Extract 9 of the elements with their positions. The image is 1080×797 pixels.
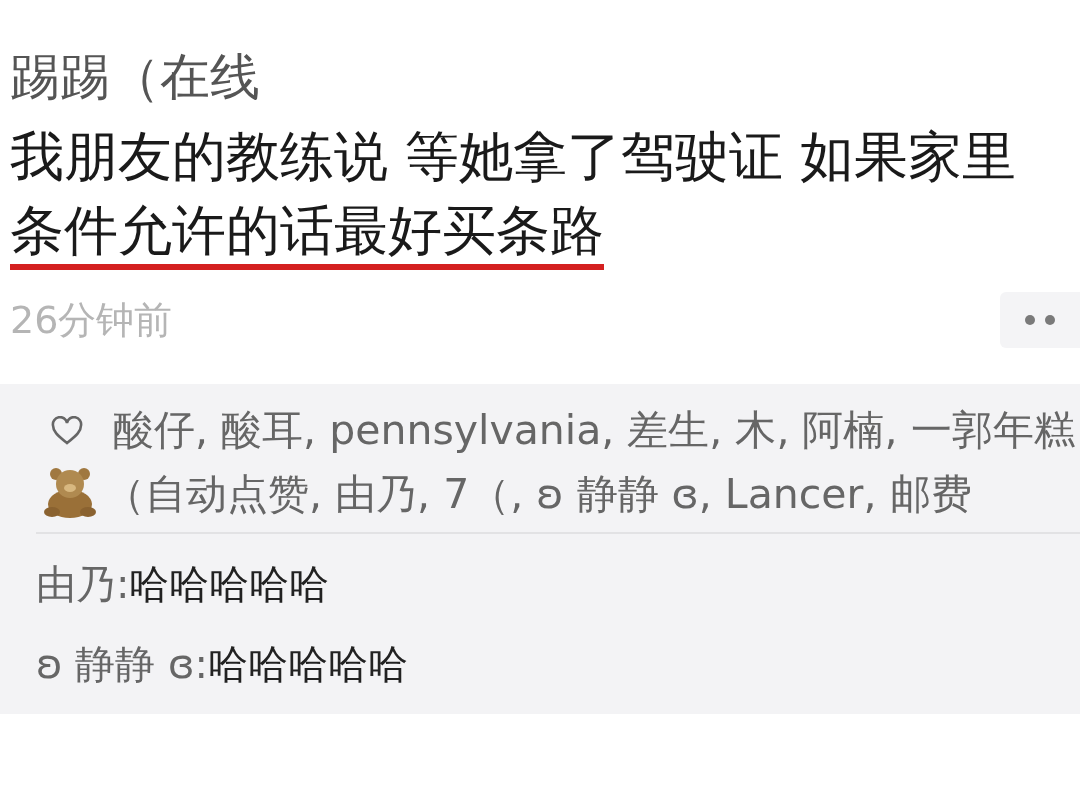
more-button[interactable] [1000,292,1080,348]
post-text: 我朋友的教练说 等她拿了驾驶证 如果家里 条件允许的话最好买条路 [0,120,1040,268]
comment[interactable]: ʚ 静静 ɞ:哈哈哈哈哈 [36,624,1080,704]
likers-text[interactable]: 酸仔, 酸耳, pennsylvania, 差生, 木, 阿楠, 一郭年糕 [113,406,1075,454]
post-time: 26分钟前 [9,296,173,344]
author-name[interactable]: 踢踢（在线 [0,42,1080,112]
heart-icon [50,416,84,446]
comment[interactable]: 由乃:哈哈哈哈哈 [36,544,1080,624]
likers-text[interactable]: （自动点赞, 由乃, 7（, ʚ 静静 ɞ, Lancer, 邮费 [104,470,972,518]
